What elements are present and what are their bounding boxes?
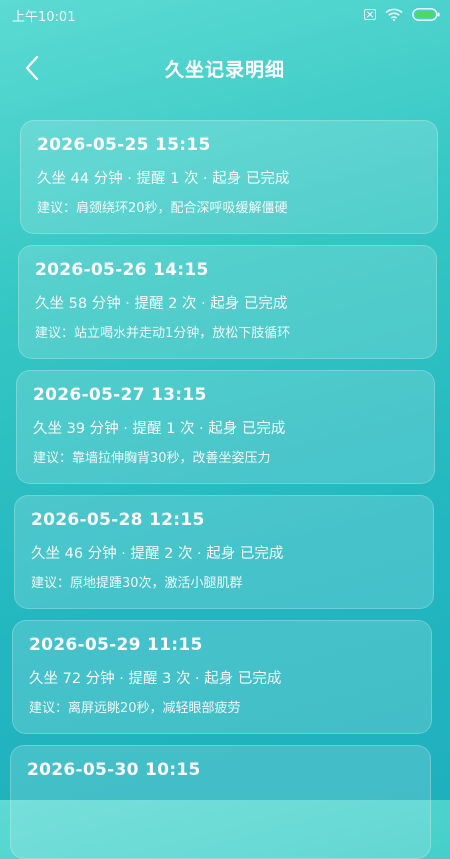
record-card[interactable]: 2026-05-25 15:15 久坐 44 分钟 · 提醒 1 次 · 起身 … — [20, 120, 438, 234]
record-advice: 建议：靠墙拉伸胸背30秒，改善坐姿压力 — [33, 451, 271, 466]
record-date: 2026-05-27 13:15 — [33, 385, 207, 405]
record-advice: 建议：离屏远眺20秒，减轻眼部疲劳 — [29, 701, 241, 716]
record-card[interactable]: 2026-05-26 14:15 久坐 58 分钟 · 提醒 2 次 · 起身 … — [18, 245, 437, 359]
record-date: 2026-05-25 15:15 — [37, 135, 211, 155]
record-card[interactable]: 2026-05-30 10:15 — [10, 745, 431, 859]
record-date: 2026-05-29 11:15 — [29, 635, 203, 655]
record-advice: 建议：站立喝水并走动1分钟，放松下肢循环 — [35, 326, 291, 341]
record-summary: 久坐 46 分钟 · 提醒 2 次 · 起身 已完成 — [31, 546, 284, 562]
record-summary: 久坐 58 分钟 · 提醒 2 次 · 起身 已完成 — [35, 296, 288, 312]
record-date: 2026-05-28 12:15 — [31, 510, 205, 530]
record-date: 2026-05-30 10:15 — [27, 760, 201, 780]
record-card[interactable]: 2026-05-28 12:15 久坐 46 分钟 · 提醒 2 次 · 起身 … — [14, 495, 434, 609]
record-card[interactable]: 2026-05-27 13:15 久坐 39 分钟 · 提醒 1 次 · 起身 … — [16, 370, 435, 484]
record-summary: 久坐 44 分钟 · 提醒 1 次 · 起身 已完成 — [37, 171, 290, 187]
record-summary: 久坐 72 分钟 · 提醒 3 次 · 起身 已完成 — [29, 671, 282, 687]
record-summary: 久坐 39 分钟 · 提醒 1 次 · 起身 已完成 — [33, 421, 286, 437]
record-advice: 建议：原地提踵30次，激活小腿肌群 — [31, 576, 243, 591]
record-list: 2026-05-25 15:15 久坐 44 分钟 · 提醒 1 次 · 起身 … — [0, 0, 450, 859]
record-advice: 建议：肩颈绕环20秒，配合深呼吸缓解僵硬 — [37, 201, 288, 216]
record-card[interactable]: 2026-05-29 11:15 久坐 72 分钟 · 提醒 3 次 · 起身 … — [12, 620, 432, 734]
record-date: 2026-05-26 14:15 — [35, 260, 209, 280]
